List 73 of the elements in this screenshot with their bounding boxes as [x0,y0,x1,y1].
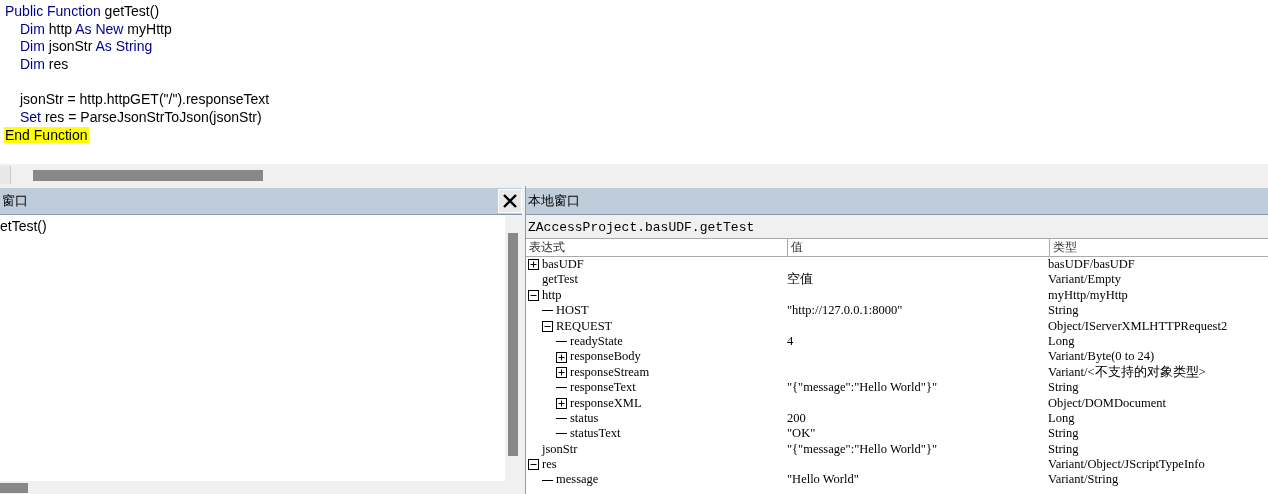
variable-type: String [1048,441,1079,456]
pane-title: 窗口 [1,192,28,210]
variable-type: String [1048,380,1079,395]
variable-type: Object/IServerXMLHTTPRequest2 [1048,318,1228,333]
variable-value: 4 [787,333,794,348]
scrollbar-thumb[interactable] [33,169,263,181]
variable-type: Object/DOMDocument [1048,395,1167,410]
variable-type: String [1048,303,1079,318]
variable-value: "OK" [787,426,816,441]
scrollbar-thumb[interactable] [0,482,28,493]
variable-name: statusText [570,426,621,442]
variable-name: HOST [556,303,589,319]
pane-title: 本地窗口 [527,192,580,210]
variable-name: readyState [570,333,623,350]
code-line: Dim res [20,56,69,73]
code-editor[interactable]: Public Function getTest() Dim http As New myHttp Dim jsonStr As String Dim res jsonStr = http.httpGET("/").responseText Set res = ParseJsonStrToJson(jsonStr) End Function [0,0,1268,160]
variable-name: basUDF [542,257,584,273]
expand-icon[interactable] [556,351,567,363]
tree-line [556,387,567,389]
variable-value: "{"message":"Hello World"}" [787,441,938,456]
variable-name: status [570,410,599,427]
variable-value: "http://127.0.0.1:8000" [787,303,903,318]
variable-name: res [542,457,557,473]
variable-name: responseBody [570,349,641,365]
variable-type: basUDF/basUDF [1048,257,1135,271]
scrollbar-thumb[interactable] [508,233,518,456]
variable-type: Long [1048,333,1075,348]
variable-name: responseXML [570,395,642,411]
variable-name: responseText [570,380,636,396]
column-header[interactable]: 表达式 [526,239,788,256]
immediate-line: etTest() [0,217,48,235]
variable-type: Variant/Byte(0 to 24) [1048,349,1155,364]
close-button[interactable] [498,189,522,213]
immediate-text-area[interactable]: etTest() [0,215,505,481]
collapse-icon[interactable] [542,320,553,332]
variable-value: 200 [787,410,806,425]
code-line: Dim http As New myHttp [20,20,172,37]
variable-name: REQUEST [556,318,613,334]
tree-line [542,479,553,481]
variable-type: Variant/String [1048,472,1119,487]
expand-icon[interactable] [528,259,539,271]
collapse-icon[interactable] [528,289,539,301]
tree-line [556,341,567,343]
code-line: Dim jsonStr As String [20,38,153,55]
variable-type: Variant/Empty [1048,272,1121,287]
variable-name: responseStream [570,364,650,381]
column-header[interactable]: 类型 [1050,239,1268,256]
code-line: jsonStr = http.httpGET("/").responseText [20,91,270,108]
code-line: Set res = ParseJsonStrToJson(jsonStr) [20,109,262,126]
variable-name: getTest [542,272,578,288]
variable-name: jsonStr [542,441,578,458]
tree-line [556,433,567,435]
expand-icon[interactable] [556,366,567,378]
variable-type: Variant/<不支持的对象类型> [1048,364,1206,379]
variable-name: message [556,472,599,488]
expand-icon[interactable] [556,397,567,409]
collapse-icon[interactable] [528,459,539,471]
code-line: Public Function getTest() [5,3,160,19]
tree-line [542,310,553,312]
horizontal-scrollbar[interactable] [0,164,1268,186]
variable-value: "Hello World" [787,472,859,487]
variable-type: String [1048,426,1079,441]
variable-value: 空值 [787,272,813,287]
column-header[interactable]: 值 [788,239,1050,256]
variable-type: Variant/Object/JScriptTypeInfo [1048,457,1205,472]
splitter-handle[interactable] [0,166,11,184]
context-label: ZAccessProject.basUDF.getTest [527,219,756,237]
close-icon [502,193,518,209]
variable-type: Long [1048,410,1075,425]
variable-name: http [542,287,562,304]
variable-type: myHttp/myHttp [1048,287,1128,302]
tree-line [556,418,567,420]
variable-value: "{"message":"Hello World"}" [787,380,938,395]
